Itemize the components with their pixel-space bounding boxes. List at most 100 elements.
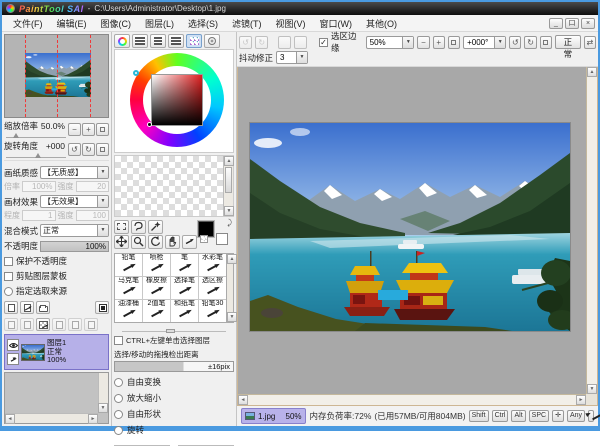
hand-tool[interactable] [165, 235, 180, 249]
scroll-left-icon[interactable]: ◄ [5, 414, 15, 424]
angle-slider[interactable] [6, 152, 66, 158]
brush-marker[interactable]: 马克笔 [115, 277, 142, 299]
any-key-button[interactable]: Any [567, 410, 585, 422]
rgb-slider-view-button[interactable] [132, 34, 148, 48]
angle-reset-button[interactable] [96, 143, 109, 156]
brush-select-eraser[interactable]: 选区擦 [199, 277, 226, 299]
background-color-swatch[interactable] [216, 233, 228, 245]
eyedropper-tool[interactable] [182, 235, 197, 249]
redo-button[interactable]: ↻ [255, 36, 268, 49]
scrollbar-thumb[interactable] [225, 167, 232, 193]
paste-layer-button[interactable] [84, 318, 98, 331]
document-tab[interactable]: 1.jpg 50% [241, 408, 306, 424]
selection-edge-checkbox[interactable]: ✓ [319, 38, 328, 47]
invert-selection-button[interactable] [294, 36, 307, 49]
rect-select-tool[interactable] [114, 220, 129, 234]
brush-select-pen[interactable]: 选择笔 [171, 277, 198, 299]
brush-pencil30[interactable]: 铅笔30 [199, 300, 226, 322]
alt-key-button[interactable]: Alt [511, 410, 525, 422]
menu-window[interactable]: 窗口(W) [313, 15, 360, 32]
canvas-zoom-in-button[interactable]: + [433, 36, 445, 49]
layer-visibility-toggle[interactable] [7, 339, 19, 351]
rotate-view-tool[interactable] [148, 235, 163, 249]
brush-eraser[interactable]: 橡皮擦 [143, 277, 170, 299]
color-wheel-view-button[interactable] [114, 34, 130, 48]
new-folder-button[interactable] [36, 301, 50, 314]
transparent-color-swatch[interactable] [200, 235, 208, 243]
maximize-button[interactable]: 口 [565, 18, 579, 29]
zoom-reset-button[interactable] [96, 123, 109, 136]
ctrl-select-layer-checkbox[interactable] [114, 336, 123, 345]
navigator-preview[interactable] [4, 34, 109, 118]
selection-source-radio[interactable] [4, 287, 13, 296]
chevron-down-icon[interactable]: ▼ [97, 167, 108, 178]
magic-wand-tool[interactable] [148, 220, 163, 234]
canvas-zoom-select[interactable]: 50%▼ [366, 36, 415, 49]
drag-detect-slider[interactable]: ±16pix [114, 361, 234, 372]
shift-key-button[interactable]: Shift [469, 410, 489, 422]
scroll-up-icon[interactable]: ▲ [224, 156, 234, 166]
copy-layer-button[interactable] [68, 318, 82, 331]
menu-select[interactable]: 选择(S) [181, 15, 225, 32]
menu-image[interactable]: 图像(C) [94, 15, 139, 32]
hsv-slider-view-button[interactable] [150, 34, 166, 48]
saturation-value-square[interactable] [151, 74, 203, 126]
menu-file[interactable]: 文件(F) [6, 15, 50, 32]
sv-marker[interactable] [147, 122, 152, 127]
brush-bucket[interactable]: 油漆桶 [115, 300, 142, 322]
paper-texture-select[interactable]: 【无质感】▼ [40, 166, 109, 179]
merge-down-button[interactable] [4, 318, 18, 331]
zoom-tool[interactable] [131, 235, 146, 249]
scratchpad-view-button[interactable] [204, 34, 220, 48]
hue-marker[interactable] [133, 70, 139, 76]
free-shape-radio[interactable] [114, 410, 123, 419]
rotate-cw-button[interactable]: ↻ [82, 143, 95, 156]
brush-pencil[interactable]: 铅笔 [115, 254, 142, 276]
transform-slider[interactable] [178, 442, 234, 446]
clear-layer-button[interactable] [36, 318, 50, 331]
chevron-down-icon[interactable]: ▼ [97, 225, 108, 236]
menu-filter[interactable]: 滤镜(T) [225, 15, 269, 32]
paper-effect-select[interactable]: 【无效果】▼ [40, 195, 109, 208]
layer-row-selected[interactable]: 图层1 正常 100% [4, 334, 109, 370]
scroll-down-icon[interactable]: ▼ [98, 403, 108, 413]
scroll-right-icon[interactable]: ► [576, 395, 586, 405]
layer-mask-button[interactable] [95, 301, 109, 314]
layer-list-area[interactable]: ▼ ◄ ► [4, 372, 109, 424]
opacity-slider[interactable]: 100% [40, 241, 109, 252]
ctrl-key-button[interactable]: Ctrl [492, 410, 509, 422]
brush-watercolor[interactable]: 水彩笔 [199, 254, 226, 276]
canvas-vscrollbar[interactable]: ▲ ▼ [586, 67, 597, 394]
free-transform-radio[interactable] [114, 378, 123, 387]
scroll-left-icon[interactable]: ◄ [238, 395, 248, 405]
canvas-image[interactable] [250, 123, 570, 331]
color-wheel[interactable] [114, 49, 234, 153]
pen-mode-button[interactable] [588, 410, 594, 422]
scroll-up-icon[interactable]: ▲ [587, 67, 597, 77]
new-lineart-layer-button[interactable] [20, 301, 34, 314]
swap-colors-icon[interactable]: ⤸ [227, 219, 232, 227]
canvas-rotate-cw-button[interactable]: ↻ [524, 36, 536, 49]
delete-layer-button[interactable] [52, 318, 66, 331]
brush-paper-pen[interactable]: 和纸笔 [171, 300, 198, 322]
scale-radio[interactable] [114, 394, 123, 403]
pan-mode-button[interactable]: ✛ [552, 410, 564, 422]
clipping-mask-checkbox[interactable] [4, 272, 13, 281]
close-button[interactable]: × [581, 18, 595, 29]
scroll-up-icon[interactable]: ▲ [227, 254, 237, 264]
swatches-view-button[interactable] [186, 34, 202, 48]
normal-view-button[interactable]: 正常 [555, 35, 581, 49]
transform-slider[interactable] [114, 442, 170, 446]
zoom-out-button[interactable]: − [68, 123, 81, 136]
scroll-down-icon[interactable]: ▼ [224, 206, 234, 216]
canvas-angle-reset-button[interactable] [540, 36, 552, 49]
lasso-tool[interactable] [131, 220, 146, 234]
canvas-zoom-out-button[interactable]: − [417, 36, 429, 49]
canvas-hscrollbar[interactable]: ◄ ► [238, 394, 586, 405]
blend-mode-select[interactable]: 正常▼ [40, 224, 109, 237]
rotate-radio[interactable] [114, 426, 123, 435]
flip-view-button[interactable]: ⇄ [584, 36, 596, 49]
scroll-down-icon[interactable]: ▼ [587, 384, 597, 394]
canvas-viewport[interactable]: ▲ ▼ ◄ ► [237, 67, 598, 406]
menu-edit[interactable]: 编辑(E) [50, 15, 94, 32]
